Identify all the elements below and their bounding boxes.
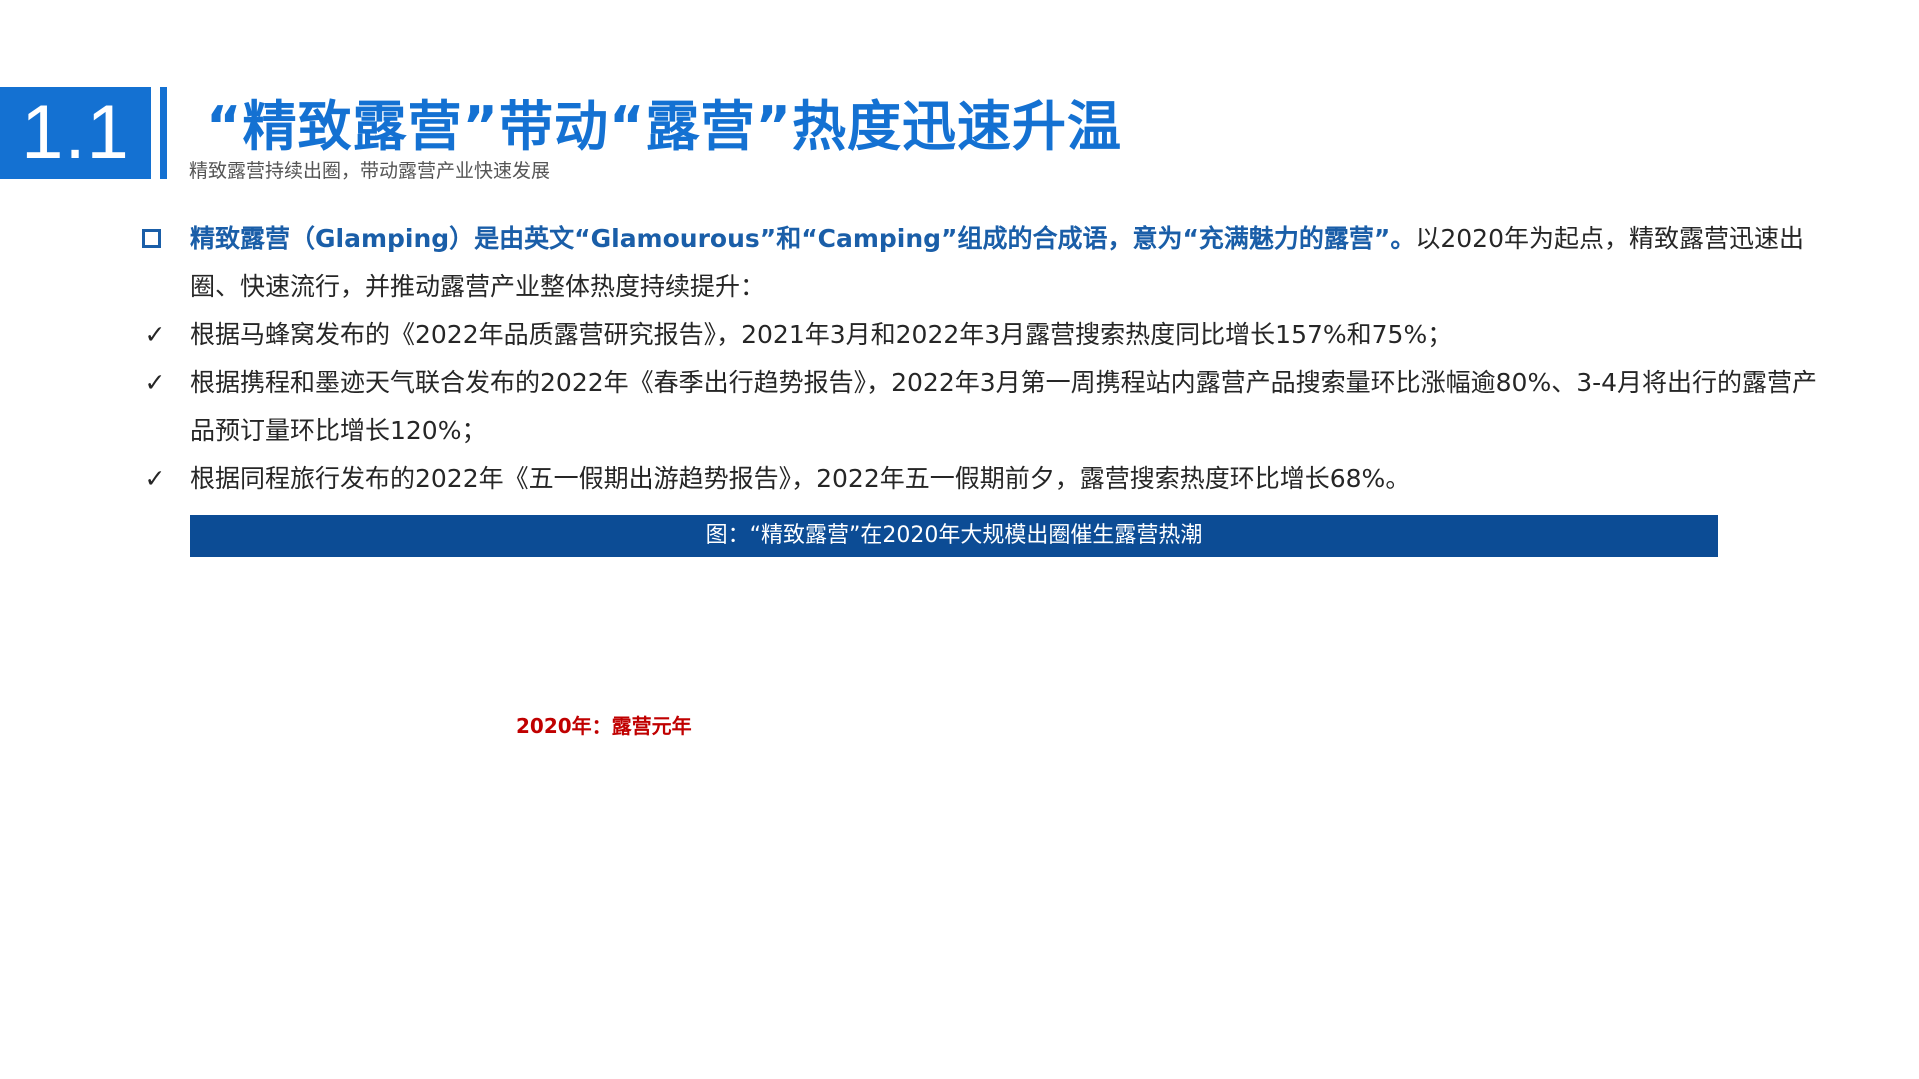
- square-bullet-icon: [142, 229, 161, 248]
- intro-highlight: 精致露营（Glamping）是由英文“Glamourous”和“Camping”…: [190, 224, 1416, 253]
- title-divider-bar: [160, 87, 167, 179]
- check-item-text: 根据同程旅行发布的2022年《五一假期出游趋势报告》，2022年五一假期前夕，露…: [190, 464, 1411, 493]
- checkmark-icon: ✓: [144, 320, 166, 349]
- page-subtitle: 精致露营持续出圈，带动露营产业快速发展: [189, 160, 551, 182]
- checkmark-icon: ✓: [144, 464, 166, 493]
- checkmark-icon: ✓: [144, 368, 166, 397]
- check-item: ✓ 根据马蜂窝发布的《2022年品质露营研究报告》，2021年3月和2022年3…: [140, 311, 1840, 359]
- check-item-text: 根据马蜂窝发布的《2022年品质露营研究报告》，2021年3月和2022年3月露…: [190, 320, 1453, 349]
- figure-label: 2020年：露营元年: [516, 714, 692, 738]
- body-text: 精致露营（Glamping）是由英文“Glamourous”和“Camping”…: [140, 215, 1840, 503]
- intro-paragraph: 精致露营（Glamping）是由英文“Glamourous”和“Camping”…: [140, 215, 1840, 311]
- slide: 1.1 “精致露营”带动“露营”热度迅速升温 精致露营持续出圈，带动露营产业快速…: [0, 0, 1919, 1079]
- page-title: “精致露营”带动“露营”热度迅速升温: [206, 95, 1122, 158]
- check-item: ✓ 根据同程旅行发布的2022年《五一假期出游趋势报告》，2022年五一假期前夕…: [140, 455, 1840, 503]
- section-number-badge: 1.1: [0, 87, 151, 179]
- check-item: ✓ 根据携程和墨迹天气联合发布的2022年《春季出行趋势报告》，2022年3月第…: [140, 359, 1840, 455]
- figure-caption-bar: 图：“精致露营”在2020年大规模出圈催生露营热潮: [190, 515, 1718, 557]
- check-item-text: 根据携程和墨迹天气联合发布的2022年《春季出行趋势报告》，2022年3月第一周…: [190, 368, 1818, 445]
